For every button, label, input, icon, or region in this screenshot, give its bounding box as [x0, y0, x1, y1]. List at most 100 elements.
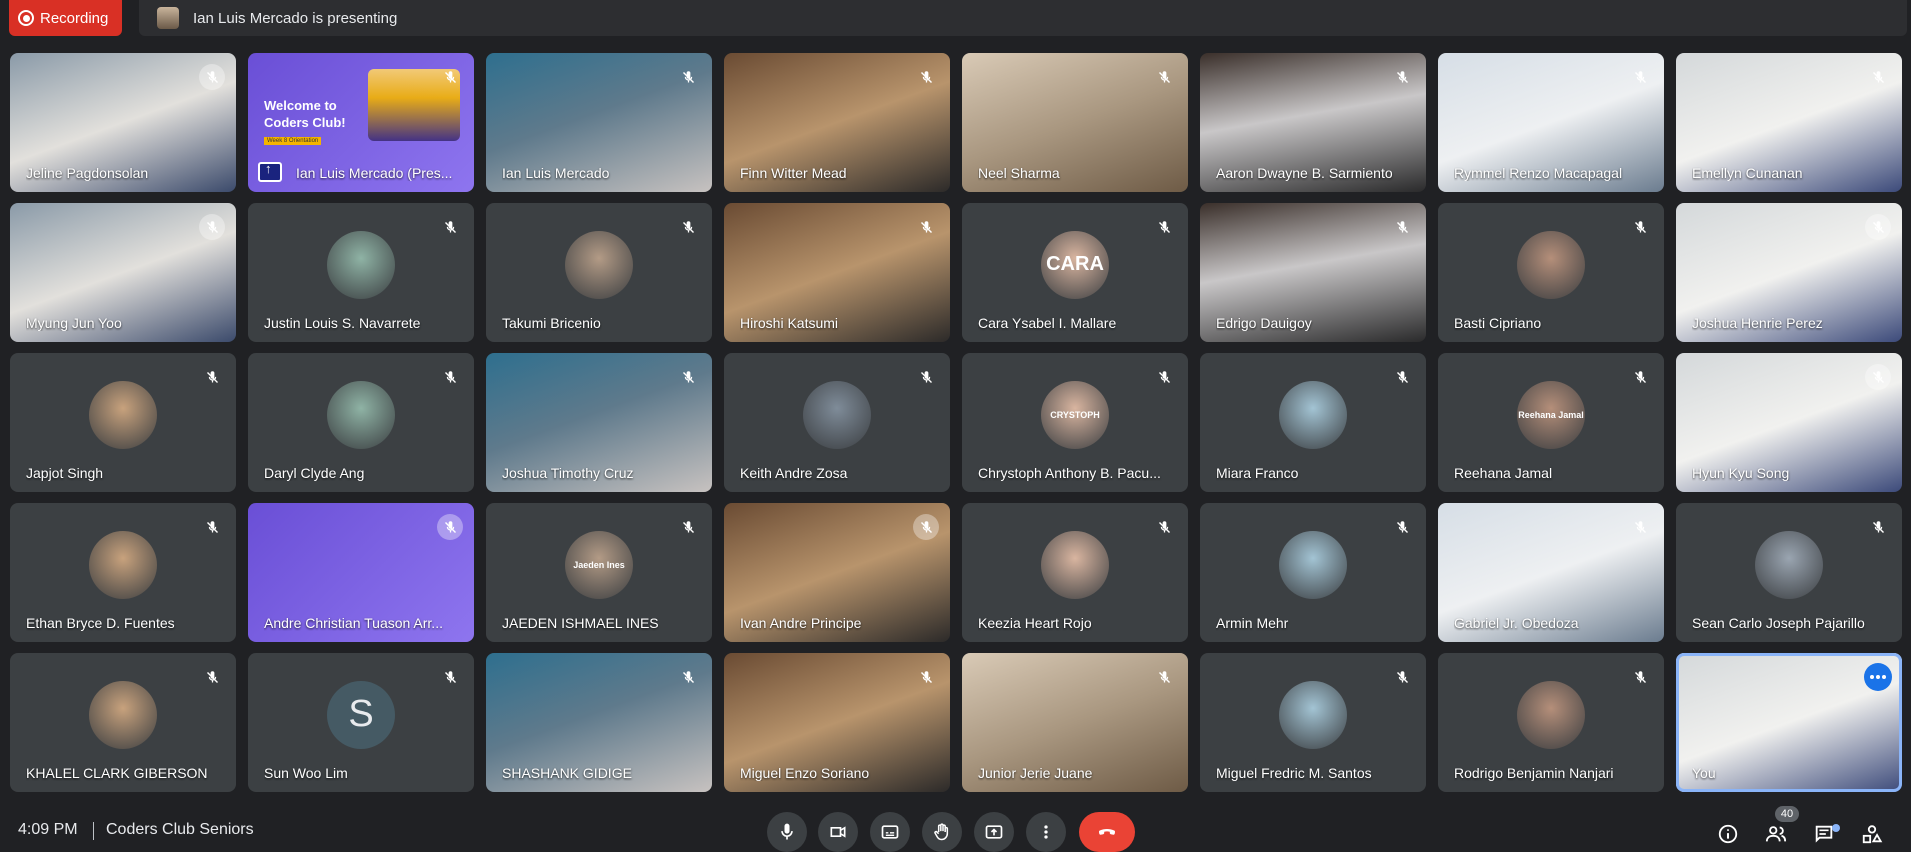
camera-button[interactable] — [818, 812, 858, 852]
presentation-icon — [258, 161, 282, 182]
participant-tile[interactable]: Hyun Kyu Song — [1676, 353, 1902, 492]
avatar: CARA — [1041, 230, 1109, 299]
raise-hand-button[interactable] — [922, 812, 962, 852]
mic-off-icon — [202, 667, 222, 687]
participant-tile[interactable]: Finn Witter Mead — [724, 53, 950, 192]
mic-off-icon — [1868, 67, 1888, 87]
hang-up-icon — [1098, 829, 1116, 835]
participant-tile[interactable]: Ivan Andre Principe — [724, 503, 950, 642]
participant-tile[interactable]: Jeline Pagdonsolan — [10, 53, 236, 192]
participant-tile[interactable]: Myung Jun Yoo — [10, 203, 236, 342]
meeting-details-button[interactable] — [1715, 821, 1741, 847]
participant-tile[interactable]: Justin Louis S. Navarrete — [248, 203, 474, 342]
participant-name: Keith Andre Zosa — [740, 465, 848, 481]
avatar — [1517, 230, 1585, 299]
participant-tile[interactable]: CRYSTOPH Chrystoph Anthony B. Pacu... — [962, 353, 1188, 492]
participant-tile[interactable]: Armin Mehr — [1200, 503, 1426, 642]
participant-tile[interactable]: You — [1676, 653, 1902, 792]
mic-off-icon — [1392, 517, 1412, 537]
participant-tile[interactable]: Rymmel Renzo Macapagal — [1438, 53, 1664, 192]
participant-name: Aaron Dwayne B. Sarmiento — [1216, 165, 1393, 181]
participant-tile[interactable]: Keith Andre Zosa — [724, 353, 950, 492]
participant-tile[interactable]: S Sun Woo Lim — [248, 653, 474, 792]
mic-off-icon — [916, 217, 936, 237]
participant-tile[interactable]: Andre Christian Tuason Arr... — [248, 503, 474, 642]
participant-tile[interactable]: Neel Sharma — [962, 53, 1188, 192]
participant-tile[interactable]: Daryl Clyde Ang — [248, 353, 474, 492]
participant-tile[interactable]: Joshua Henrie Perez — [1676, 203, 1902, 342]
avatar-text: Reehana Jamal — [1518, 409, 1584, 420]
activities-button[interactable] — [1859, 821, 1885, 847]
slide-title: Welcome to Coders Club! — [264, 98, 346, 130]
mic-off-icon — [1630, 667, 1650, 687]
avatar — [327, 230, 395, 299]
captions-icon — [881, 825, 899, 839]
participant-tile[interactable]: Miguel Fredric M. Santos — [1200, 653, 1426, 792]
mic-off-icon — [1865, 214, 1891, 240]
mic-off-icon — [1630, 517, 1650, 537]
participant-tile[interactable]: Keezia Heart Rojo — [962, 503, 1188, 642]
participant-name: KHALEL CLARK GIBERSON — [26, 765, 208, 781]
captions-button[interactable] — [870, 812, 910, 852]
participant-tile[interactable]: Basti Cipriano — [1438, 203, 1664, 342]
participant-tile[interactable]: Emellyn Cunanan — [1676, 53, 1902, 192]
participant-name: Reehana Jamal — [1454, 465, 1553, 481]
mic-off-icon — [1630, 217, 1650, 237]
mic-off-icon — [440, 217, 460, 237]
participant-tile[interactable]: Joshua Timothy Cruz — [486, 353, 712, 492]
participant-name: Edrigo Dauigoy — [1216, 315, 1312, 331]
participant-name: Miguel Enzo Soriano — [740, 765, 870, 781]
participant-tile[interactable]: Welcome to Coders Club! Week 8 Orientatio… — [248, 53, 474, 192]
participant-tile[interactable]: Gabriel Jr. Obedoza — [1438, 503, 1664, 642]
presenter-avatar — [157, 7, 179, 29]
more-options-icon[interactable] — [1864, 663, 1892, 691]
participant-name: Ian Luis Mercado (Pres... — [296, 165, 453, 181]
avatar — [1279, 380, 1347, 449]
participant-tile[interactable]: Ethan Bryce D. Fuentes — [10, 503, 236, 642]
participant-tile[interactable]: Edrigo Dauigoy — [1200, 203, 1426, 342]
participant-tile[interactable]: Junior Jerie Juane — [962, 653, 1188, 792]
presenting-banner[interactable]: Ian Luis Mercado is presenting — [139, 0, 1907, 36]
participant-tile[interactable]: Jaeden Ines JAEDEN ISHMAEL INES — [486, 503, 712, 642]
participant-tile[interactable]: KHALEL CLARK GIBERSON — [10, 653, 236, 792]
more-options-button[interactable] — [1026, 812, 1066, 852]
present-screen-button[interactable] — [974, 812, 1014, 852]
leave-call-button[interactable] — [1079, 812, 1135, 852]
mic-off-icon — [440, 667, 460, 687]
participant-name: Hyun Kyu Song — [1692, 465, 1790, 481]
recording-badge[interactable]: Recording — [9, 0, 122, 36]
participant-name: Ian Luis Mercado — [502, 165, 610, 181]
avatar: CRYSTOPH — [1041, 380, 1109, 449]
avatar — [1279, 680, 1347, 749]
participant-tile[interactable]: CARA Cara Ysabel I. Mallare — [962, 203, 1188, 342]
participant-tile[interactable]: Aaron Dwayne B. Sarmiento — [1200, 53, 1426, 192]
mic-off-icon — [1865, 364, 1891, 390]
participant-tile[interactable]: Ian Luis Mercado — [486, 53, 712, 192]
participant-tile[interactable]: Miguel Enzo Soriano — [724, 653, 950, 792]
mic-off-icon — [678, 217, 698, 237]
participant-name: Justin Louis S. Navarrete — [264, 315, 421, 331]
mic-off-icon — [1154, 67, 1174, 87]
participant-tile[interactable]: Reehana Jamal Reehana Jamal — [1438, 353, 1664, 492]
participant-tile[interactable]: Japjot Singh — [10, 353, 236, 492]
participant-tile[interactable]: Miara Franco — [1200, 353, 1426, 492]
slide-caption: Week 8 Orientation — [264, 137, 322, 145]
avatar-text: S — [348, 693, 374, 735]
participant-name: Basti Cipriano — [1454, 315, 1542, 331]
participant-name: Junior Jerie Juane — [978, 765, 1093, 781]
participant-name: Takumi Bricenio — [502, 315, 601, 331]
participant-name: Joshua Timothy Cruz — [502, 465, 634, 481]
participant-tile[interactable]: SHASHANK GIDIGE — [486, 653, 712, 792]
avatar: S — [327, 680, 395, 749]
participant-tile[interactable]: Sean Carlo Joseph Pajarillo — [1676, 503, 1902, 642]
recording-icon — [18, 10, 34, 26]
people-button[interactable] — [1763, 821, 1789, 847]
participant-tile[interactable]: Hiroshi Katsumi — [724, 203, 950, 342]
participant-tile[interactable]: Takumi Bricenio — [486, 203, 712, 342]
participant-tile[interactable]: Rodrigo Benjamin Nanjari — [1438, 653, 1664, 792]
mic-off-icon — [440, 67, 460, 87]
participant-name: Hiroshi Katsumi — [740, 315, 839, 331]
participant-name: Chrystoph Anthony B. Pacu... — [978, 465, 1161, 481]
participant-name: JAEDEN ISHMAEL INES — [502, 615, 659, 631]
microphone-button[interactable] — [767, 812, 807, 852]
